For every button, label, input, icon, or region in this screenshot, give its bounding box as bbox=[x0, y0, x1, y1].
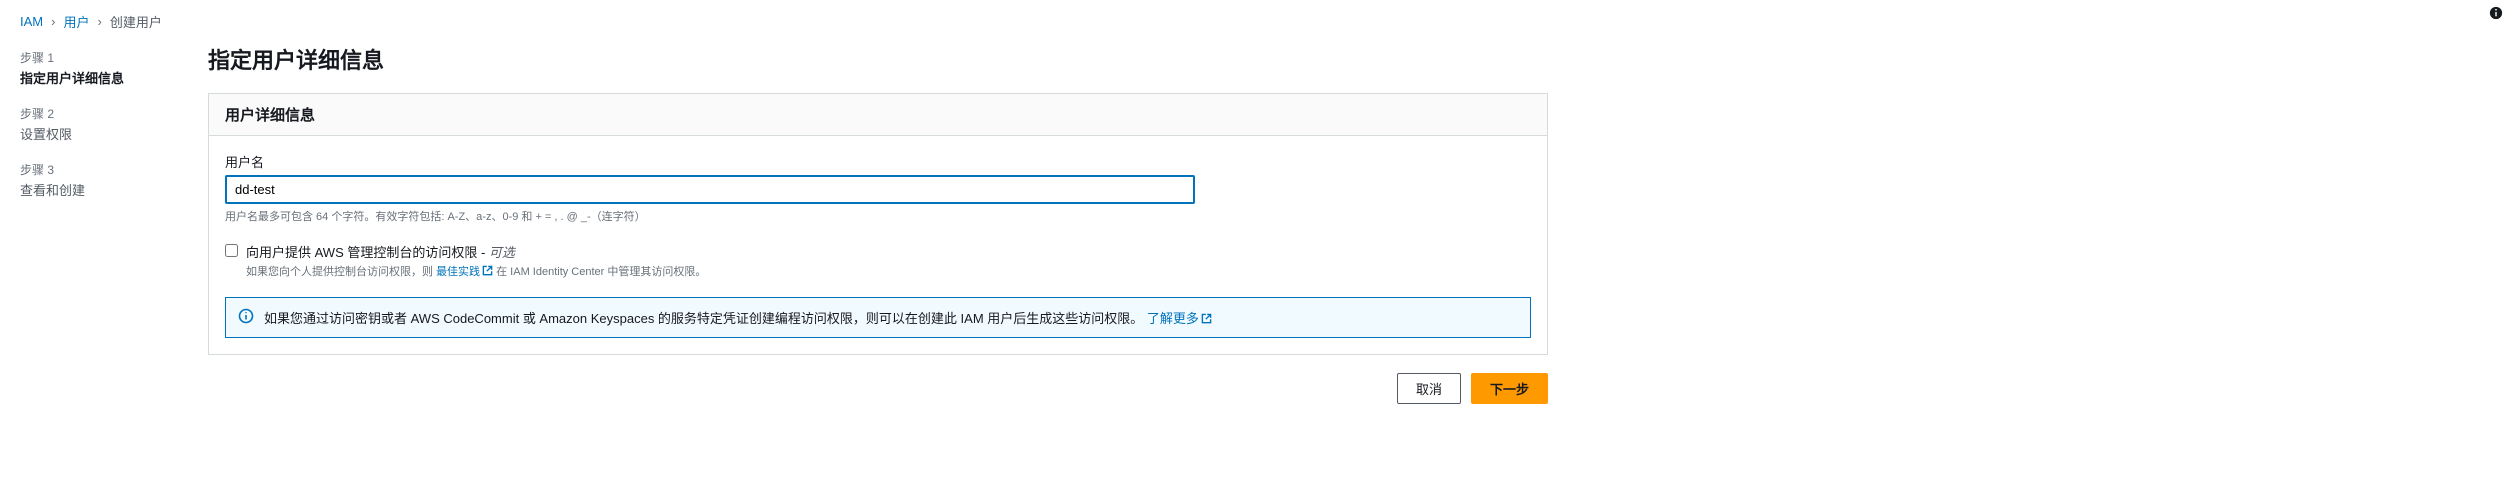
step-3[interactable]: 步骤 3 查看和创建 bbox=[20, 161, 180, 199]
console-access-checkbox[interactable] bbox=[225, 244, 238, 257]
footer-actions: 取消 下一步 bbox=[208, 373, 1548, 404]
username-input[interactable] bbox=[225, 175, 1195, 204]
best-practice-link[interactable]: 最佳实践 bbox=[436, 266, 493, 278]
step-1[interactable]: 步骤 1 指定用户详细信息 bbox=[20, 49, 180, 87]
chevron-right-icon: › bbox=[97, 14, 101, 29]
breadcrumb-users[interactable]: 用户 bbox=[63, 12, 89, 31]
wizard-steps: 步骤 1 指定用户详细信息 步骤 2 设置权限 步骤 3 查看和创建 bbox=[20, 43, 180, 404]
breadcrumb-iam[interactable]: IAM bbox=[20, 14, 43, 29]
main-content: 指定用户详细信息 用户详细信息 用户名 用户名最多可包含 64 个字符。有效字符… bbox=[208, 43, 1548, 404]
info-text: 如果您通过访问密钥或者 AWS CodeCommit 或 Amazon Keys… bbox=[264, 308, 1212, 327]
external-link-icon bbox=[1201, 312, 1212, 327]
info-icon bbox=[238, 308, 254, 327]
panel-header: 用户详细信息 bbox=[209, 94, 1547, 136]
breadcrumb: IAM › 用户 › 创建用户 bbox=[20, 12, 2493, 31]
next-button[interactable]: 下一步 bbox=[1471, 373, 1548, 404]
step-2[interactable]: 步骤 2 设置权限 bbox=[20, 105, 180, 143]
page-title: 指定用户详细信息 bbox=[208, 43, 1548, 75]
step-label: 步骤 3 bbox=[20, 161, 180, 178]
step-title: 查看和创建 bbox=[20, 180, 180, 199]
user-details-panel: 用户详细信息 用户名 用户名最多可包含 64 个字符。有效字符包括: A-Z、a… bbox=[208, 93, 1548, 355]
external-link-icon bbox=[482, 265, 493, 279]
step-title: 设置权限 bbox=[20, 124, 180, 143]
step-title: 指定用户详细信息 bbox=[20, 68, 180, 87]
username-help: 用户名最多可包含 64 个字符。有效字符包括: A-Z、a-z、0-9 和 + … bbox=[225, 208, 1531, 224]
learn-more-link[interactable]: 了解更多 bbox=[1147, 311, 1212, 326]
info-circle-icon[interactable] bbox=[2489, 6, 2503, 23]
step-label: 步骤 1 bbox=[20, 49, 180, 66]
cancel-button[interactable]: 取消 bbox=[1397, 373, 1461, 404]
step-label: 步骤 2 bbox=[20, 105, 180, 122]
console-access-help: 如果您向个人提供控制台访问权限，则 最佳实践 在 IAM Identity Ce… bbox=[246, 263, 706, 279]
breadcrumb-current: 创建用户 bbox=[110, 12, 162, 31]
chevron-right-icon: › bbox=[51, 14, 55, 29]
info-box: 如果您通过访问密钥或者 AWS CodeCommit 或 Amazon Keys… bbox=[225, 297, 1531, 338]
console-access-label: 向用户提供 AWS 管理控制台的访问权限 - 可选 bbox=[246, 242, 706, 261]
username-label: 用户名 bbox=[225, 152, 1531, 171]
